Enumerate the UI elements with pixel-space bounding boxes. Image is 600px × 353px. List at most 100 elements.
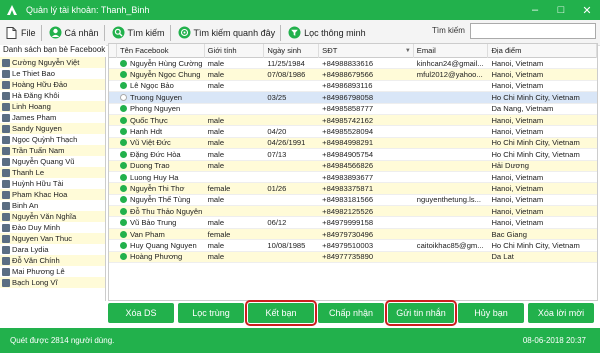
table-cell-gender: male (207, 240, 225, 250)
table-cell-name: Nguyễn Ngọc Chung (117, 70, 205, 79)
friend-list-item[interactable]: Hoàng Hữu Đảo (0, 79, 105, 90)
table-row[interactable]: Nguyễn Thi Thơ female 01/26 +84983375871 Han… (109, 183, 597, 195)
friend-list-item[interactable]: Linh Hoang (0, 101, 105, 112)
friend-list-item[interactable]: Pham Khac Hoa (0, 189, 105, 200)
search-input[interactable] (470, 23, 596, 39)
friend-list-item[interactable]: Le Thiet Bao (0, 68, 105, 79)
maximize-icon[interactable]: □ (548, 0, 574, 20)
table-row[interactable]: Vũ Việt Đức male 04/26/1991 +84984998291 Ho … (109, 137, 597, 150)
table-row[interactable]: Đặng Đức Hòa male 07/13 +84984905754 Ho Chi … (109, 149, 597, 161)
friend-name: Huỳnh Hữu Tài (12, 179, 64, 188)
friend-list-item[interactable]: Thanh Le (0, 167, 105, 178)
table-cell-phone: +84986798058 (322, 92, 374, 102)
table-row[interactable]: Nguyễn Ngọc Chung male 07/08/1986 +84988679… (109, 69, 597, 81)
column-header[interactable]: SĐT ▼ (319, 44, 414, 58)
search-icon (112, 26, 125, 39)
friend-list-item[interactable]: Hà Đăng Khôi (0, 90, 105, 101)
column-header-label: Ngày sinh (267, 46, 302, 55)
friend-avatar-icon (2, 190, 10, 199)
column-header-label: Tên Facebook (119, 46, 169, 55)
online-status-icon (119, 93, 127, 101)
table-row[interactable]: Hoàng Phương male +84977735890 Da Lat (109, 251, 597, 264)
friend-list-item[interactable]: Nguyễn Văn Nghĩa (0, 211, 105, 222)
nearby-search-button[interactable]: Tìm kiếm quanh đây (175, 23, 279, 43)
results-table[interactable]: Tên Facebook Giới tính Ngày sinh SĐT ▼ Email Đ… (108, 43, 598, 301)
table-cell-name: Luong Huy Ha (117, 173, 205, 182)
table-row[interactable]: Nguyễn Thế Tùng male +84983181566 nguyenthe… (109, 195, 597, 207)
unfriend-button[interactable]: Hủy bạn (458, 303, 524, 323)
table-cell-name: Truong Nguyen (117, 93, 205, 102)
column-filter-icon[interactable]: ▼ (405, 44, 411, 58)
column-header[interactable]: Email (414, 44, 489, 58)
table-cell-name: Duong Trao (117, 161, 205, 170)
table-cell-phone: +84988679566 (322, 70, 374, 80)
column-header[interactable]: Giới tính (205, 44, 265, 58)
friend-list-item[interactable]: James Pham (0, 112, 105, 123)
table-row[interactable]: Hanh Hdt male 04/20 +84985528094 Hanoi, Viet… (109, 126, 597, 138)
table-cell-phone: +84986893116 (322, 81, 373, 91)
friends-list[interactable]: Cường Nguyễn Việt Le Thiet Bao Hoàng Hữu Đ… (0, 57, 106, 301)
online-status-icon (119, 173, 127, 181)
table-cell-dob: 04/20 (267, 127, 287, 137)
friend-list-item[interactable]: Nguyen Van Thuc (0, 233, 105, 244)
friend-list-item[interactable]: Nguyễn Quang Vũ (0, 156, 105, 167)
table-row[interactable]: Lê Ngọc Bảo male +84986893116 Hanoi, Vietna… (109, 81, 597, 93)
friend-list-item[interactable]: Đỗ Văn Chính (0, 255, 105, 266)
table-cell-name: Nguyễn Thi Thơ (117, 184, 205, 193)
table-cell-email: kinhcan24@gmail... (416, 58, 484, 68)
friend-list-item[interactable]: Dara Lydia (0, 244, 105, 255)
delete-list-button[interactable]: Xóa DS (108, 303, 174, 323)
table-cell-dob: 03/25 (267, 92, 287, 102)
table-cell-phone: +84979510003 (322, 240, 374, 250)
online-status-icon (119, 230, 127, 238)
friend-list-item[interactable]: Ngọc Quỳnh Thạch (0, 134, 105, 145)
table-row[interactable]: Quốc Thực male +84985742162 Hanoi, Vietnam (109, 114, 597, 127)
table-row[interactable]: Vũ Bảo Trung male 06/12 +84979999158 Hanoi, … (109, 217, 597, 229)
friend-avatar-icon (2, 223, 10, 232)
table-cell-name: Van Pham (117, 230, 205, 239)
table-cell-dob: 04/26/1991 (267, 138, 306, 148)
table-row[interactable]: Truong Nguyen 03/25 +84986798058 Ho Chi Min… (109, 92, 597, 104)
friend-list-item[interactable]: Mai Phương Lê (0, 266, 105, 277)
column-header-label: Địa điểm (491, 46, 522, 55)
filter-duplicates-button[interactable]: Lọc trùng (178, 303, 244, 323)
personal-button[interactable]: Cá nhân (46, 23, 102, 43)
table-row[interactable]: Luong Huy Ha +84983893677 Hanoi, Vietnam (109, 172, 597, 184)
table-row[interactable]: Van Pham female +84979730496 Bac Giang (109, 228, 597, 241)
column-header[interactable]: Ngày sinh (264, 44, 320, 58)
table-body[interactable]: Nguyễn Hùng Cường male 11/25/1984 +84988833… (109, 58, 597, 264)
friend-list-item[interactable]: Trần Tuấn Nam (0, 145, 105, 156)
app-window: Quản lý tài khoản: Thanh_Binh – □ ✕ File… (0, 0, 600, 353)
facebook-name: Nguyễn Ngọc Chung (129, 70, 201, 80)
friend-list-item[interactable]: Cường Nguyễn Việt (0, 57, 105, 68)
table-cell-phone: +84984905754 (322, 149, 374, 159)
delete-invitation-button[interactable]: Xóa lời mời (528, 303, 594, 323)
accept-request-button[interactable]: Chấp nhận (318, 303, 384, 323)
facebook-name: Quốc Thực (129, 115, 168, 125)
table-cell-name: Vũ Việt Đức (117, 138, 205, 147)
friend-name: Nguyễn Văn Nghĩa (12, 212, 77, 221)
table-row[interactable]: Duong Trao male +84984566826 Hải Dương (109, 160, 597, 172)
online-status-icon (119, 128, 127, 136)
friend-list-item[interactable]: Huỳnh Hữu Tài (0, 178, 105, 189)
column-header[interactable]: Tên Facebook (117, 44, 205, 58)
friend-list-item[interactable]: Sandy Nguyen (0, 123, 105, 134)
smart-filter-button[interactable]: Lọc thông minh (285, 23, 369, 43)
send-message-button[interactable]: Gửi tin nhắn (385, 300, 457, 326)
file-menu-button[interactable]: File (2, 23, 39, 43)
search-button[interactable]: Tìm kiếm (109, 23, 168, 43)
table-cell-gender: male (207, 115, 225, 125)
table-row[interactable]: Phong Nguyen +84985858777 Da Nang, Vietnam (109, 104, 597, 115)
friend-list-item[interactable]: Binh An (0, 200, 105, 211)
add-friend-button[interactable]: Kết bạn (245, 300, 317, 326)
table-row[interactable]: Nguyễn Hùng Cường male 11/25/1984 +84988833… (109, 58, 597, 70)
friend-name: Nguyen Van Thuc (12, 234, 73, 243)
friend-list-item[interactable]: Đào Duy Minh (0, 222, 105, 233)
table-row[interactable]: Đỗ Thu Thảo Nguyên +84982125526 Hanoi, Vie… (109, 206, 597, 218)
table-cell-place: Ho Chi Minh City, Vietnam (491, 240, 580, 250)
column-header[interactable]: Địa điểm (488, 44, 597, 58)
close-icon[interactable]: ✕ (574, 0, 600, 20)
friend-list-item[interactable]: Bạch Long Vĩ (0, 277, 105, 288)
table-row[interactable]: Huy Quang Nguyen male 10/08/1985 +849795100… (109, 240, 597, 252)
minimize-icon[interactable]: – (522, 0, 548, 20)
